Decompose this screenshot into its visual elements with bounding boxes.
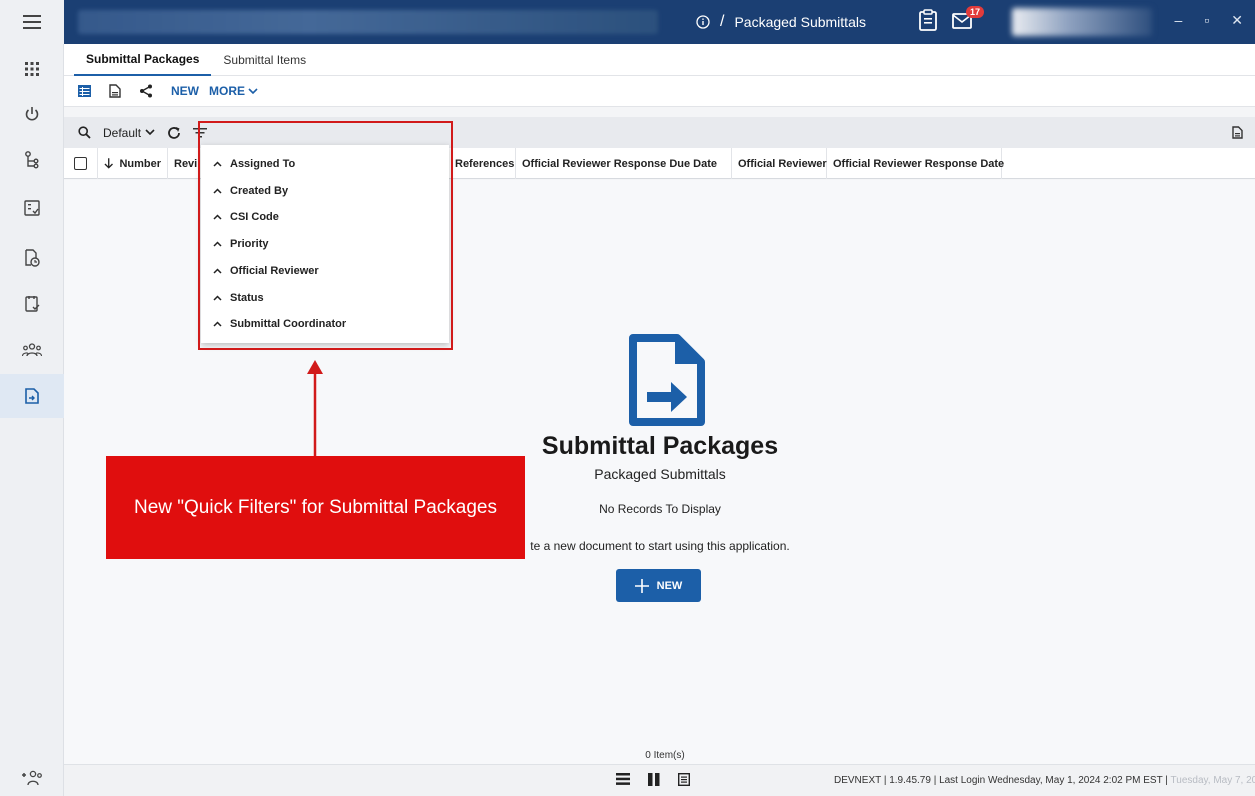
document-icon[interactable] [109, 84, 121, 98]
hamburger-icon [23, 15, 41, 29]
hierarchy-icon [25, 151, 39, 169]
info-icon[interactable] [696, 15, 710, 29]
close-icon[interactable]: ✕ [1231, 12, 1243, 29]
column-header-due-date[interactable]: Official Reviewer Response Due Date [516, 148, 732, 179]
column-header-number[interactable]: Number [98, 148, 168, 179]
top-bar: / Packaged Submittals 17 – ▫ ✕ [0, 0, 1255, 44]
apps-grid-icon [25, 62, 39, 76]
status-bar: DEVNEXT | 1.9.45.79 | Last Login Wednesd… [64, 764, 1255, 796]
view-selector[interactable]: Default [103, 126, 155, 140]
minimize-icon[interactable]: – [1175, 12, 1183, 29]
status-info: DEVNEXT | 1.9.45.79 | Last Login Wednesd… [834, 775, 1255, 786]
search-icon[interactable] [78, 126, 91, 139]
team-button[interactable] [0, 328, 64, 372]
breadcrumb-separator: / [720, 13, 725, 30]
team-icon [22, 343, 42, 357]
empty-state-title: Submittal Packages [541, 432, 779, 460]
status-date: Tuesday, May 7, 2024 [1170, 775, 1255, 786]
refresh-icon[interactable] [167, 126, 181, 140]
tab-bar: Submittal Packages Submittal Items [64, 44, 1255, 76]
new-button-label: NEW [656, 579, 683, 592]
add-team-button[interactable] [0, 756, 64, 796]
view-selector-label: Default [103, 125, 142, 140]
detail-view-icon[interactable] [678, 773, 690, 786]
empty-state-message: No Records To Display [599, 502, 721, 516]
sort-down-icon [104, 158, 113, 169]
select-all-checkbox[interactable] [74, 157, 87, 170]
chevron-down-icon [145, 129, 155, 136]
menu-button[interactable] [0, 0, 64, 44]
task-board-button[interactable] [0, 186, 64, 230]
split-view-icon[interactable] [648, 773, 660, 786]
empty-state-new-button[interactable]: NEW [616, 569, 701, 602]
select-all-checkbox-cell[interactable] [64, 148, 98, 179]
left-rail [0, 44, 64, 796]
toolbar: NEW MORE [64, 76, 1255, 107]
plus-icon [634, 578, 649, 593]
checklist-icon [25, 296, 40, 312]
power-button[interactable] [0, 92, 64, 136]
notifications-button[interactable]: 17 [952, 6, 985, 30]
more-button[interactable]: MORE [209, 84, 258, 98]
document-history-button[interactable] [0, 236, 64, 280]
empty-state-document-icon [629, 334, 705, 426]
more-label: MORE [209, 84, 245, 98]
share-icon[interactable] [139, 84, 153, 98]
column-header-official-reviewer[interactable]: Official Reviewer [732, 148, 827, 179]
tab-submittal-packages[interactable]: Submittal Packages [74, 44, 212, 76]
chevron-down-icon [248, 87, 258, 94]
notification-badge: 17 [966, 6, 985, 18]
clipboard-icon[interactable] [918, 9, 938, 31]
column-header-references[interactable]: References [449, 148, 516, 179]
new-button[interactable]: NEW [171, 84, 199, 98]
add-team-icon [22, 770, 42, 786]
document-arrow-icon [25, 388, 39, 404]
column-number-label: Number [119, 157, 161, 170]
annotation-callout: New "Quick Filters" for Submittal Packag… [106, 456, 525, 559]
task-board-icon [24, 200, 40, 216]
blurred-project-title [78, 10, 658, 34]
list-view-icon[interactable] [616, 773, 630, 786]
status-info-text: DEVNEXT | 1.9.45.79 | Last Login Wednesd… [834, 775, 1168, 786]
checklist-button[interactable] [0, 282, 64, 326]
export-icon[interactable] [1232, 126, 1243, 139]
restore-icon[interactable]: ▫ [1204, 12, 1209, 29]
annotation-highlight-box [198, 121, 453, 350]
breadcrumb-current: Packaged Submittals [734, 14, 866, 30]
column-header-response-date[interactable]: Official Reviewer Response Date [827, 148, 1004, 179]
tab-submittal-items[interactable]: Submittal Items [211, 44, 318, 76]
avatar[interactable] [1012, 8, 1152, 36]
hierarchy-button[interactable] [0, 138, 64, 182]
document-clock-icon [25, 249, 40, 267]
power-icon [25, 107, 39, 121]
grid-view-icon[interactable] [78, 85, 91, 97]
apps-grid-button[interactable] [0, 47, 64, 91]
item-count: 0 Item(s) [645, 750, 685, 761]
submittal-packages-button[interactable] [0, 374, 64, 418]
breadcrumb: / Packaged Submittals [696, 12, 866, 32]
empty-state-subtitle: Packaged Submittals [594, 466, 726, 482]
